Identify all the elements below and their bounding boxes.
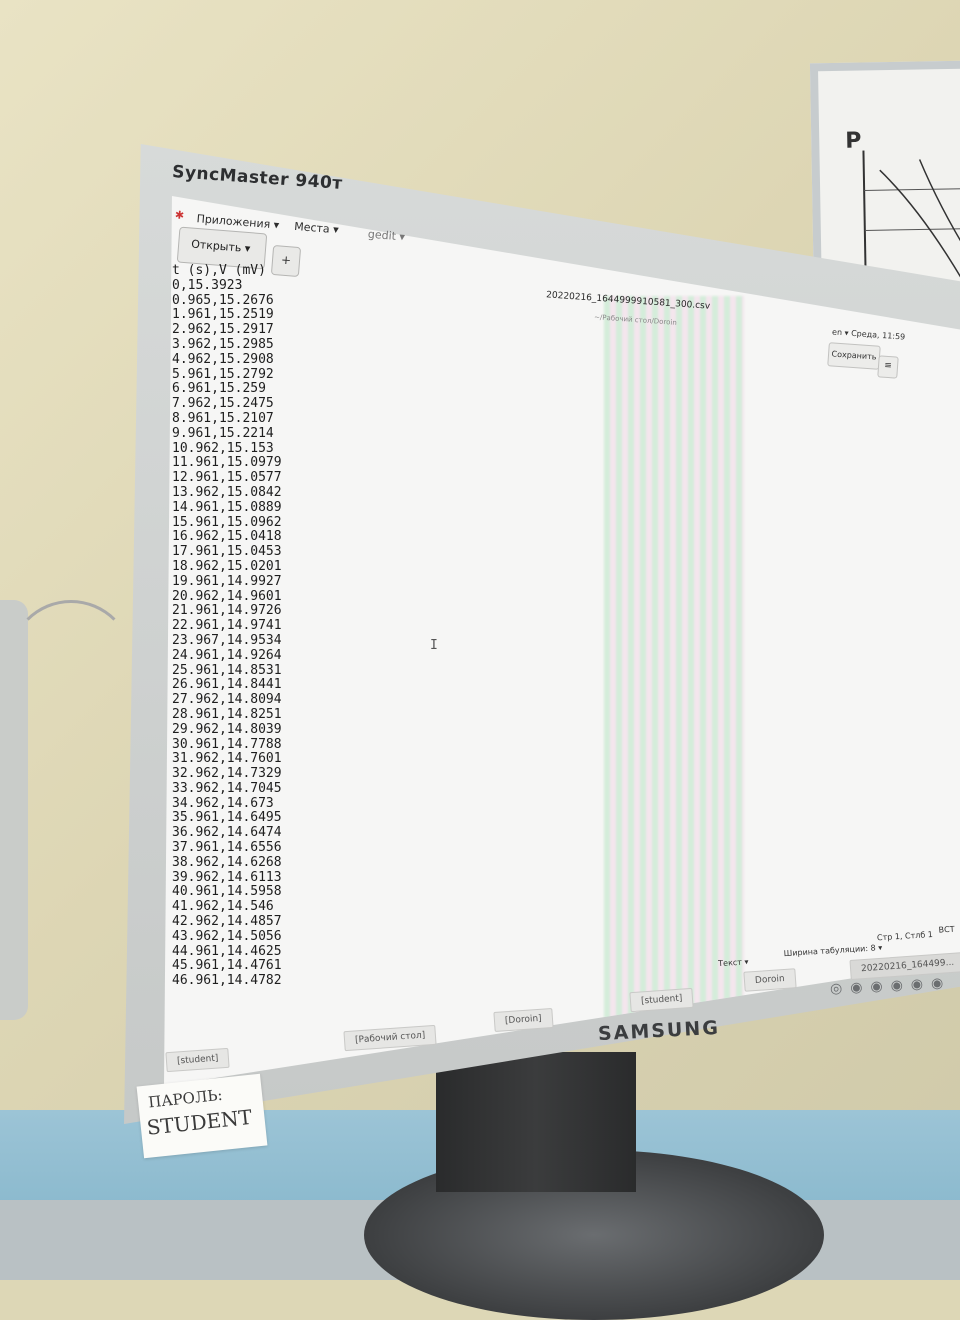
taskbar-item[interactable]: Doroin (743, 968, 797, 992)
editor-line: 36.962,14.6474 (172, 825, 282, 841)
open-button-label: Открыть ▾ (190, 237, 251, 256)
editor-line: 9.961,15.2214 (172, 425, 274, 441)
editor-line: 0,15.3923 (172, 277, 243, 293)
taskbar: [student] [Рабочий стол] [Doroin] [stude… (164, 946, 960, 1086)
editor-line: 30.961,14.7788 (172, 736, 282, 752)
editor-line: 38.962,14.6268 (172, 854, 282, 870)
cable (8, 600, 134, 726)
apps-icon[interactable]: ✱ (174, 208, 184, 222)
editor-line: 11.961,15.0979 (172, 455, 282, 471)
taskbar-item[interactable]: [Рабочий стол] (343, 1024, 437, 1052)
editor-line: 20.962,14.9601 (172, 588, 282, 604)
editor-line: 43.962,14.5056 (172, 928, 282, 944)
editor-line: t (s),V (mV) (172, 263, 266, 278)
text-cursor-icon: I (430, 638, 438, 653)
places-menu[interactable]: Места ▾ (294, 220, 339, 236)
editor-line: 39.962,14.6113 (172, 869, 282, 885)
editor-line: 14.961,15.0889 (172, 499, 282, 515)
editor-line: 29.962,14.8039 (172, 721, 282, 737)
editor-line: 41.962,14.546 (172, 899, 274, 915)
cursor-position: Стр 1, Стлб 1 (876, 929, 934, 943)
gedit-menu[interactable]: gedit ▾ (367, 228, 405, 244)
editor-line: 22.961,14.9741 (172, 618, 282, 634)
editor-line: 32.962,14.7329 (172, 766, 282, 782)
editor-line: 23.967,14.9534 (172, 632, 282, 648)
editor-line: 17.961,15.0453 (172, 544, 282, 560)
insert-mode: ВСТ (938, 924, 955, 935)
editor-line: 37.961,14.6556 (172, 840, 282, 856)
taskbar-item[interactable]: [student] (629, 987, 695, 1013)
editor-line: 6.961,15.259 (172, 381, 266, 397)
editor-line: 27.962,14.8094 (172, 692, 282, 708)
editor-line: 21.961,14.9726 (172, 603, 282, 619)
editor-line: 40.961,14.5958 (172, 884, 282, 900)
editor-line: 25.961,14.8531 (172, 662, 282, 678)
editor-line: 42.962,14.4857 (172, 914, 282, 930)
taskbar-item[interactable]: [student] (165, 1047, 231, 1073)
editor-line: 24.961,14.9264 (172, 647, 282, 663)
editor-line: 31.962,14.7601 (172, 751, 282, 767)
editor-line: 10.962,15.153 (172, 440, 274, 456)
editor-line: 3.962,15.2985 (172, 336, 274, 352)
editor-line: 18.962,15.0201 (172, 558, 282, 574)
sticky-note-line1: ПАРОЛЬ: (147, 1085, 224, 1112)
editor-line: 19.961,14.9927 (172, 573, 282, 589)
editor-line: 33.962,14.7045 (172, 780, 282, 796)
editor-line: 26.961,14.8441 (172, 677, 282, 693)
text-editor[interactable]: t (s),V (mV) 0,15.3923 0.965,15.2676 1.961,… (172, 263, 282, 989)
editor-line: 13.962,15.0842 (172, 484, 282, 500)
editor-line: 35.961,14.6495 (172, 810, 282, 826)
save-button[interactable]: Сохранить (827, 342, 881, 370)
editor-line: 12.961,15.0577 (172, 470, 282, 486)
editor-line: 16.962,15.0418 (172, 529, 282, 545)
editor-line: 34.962,14.673 (172, 795, 274, 811)
editor-line: 4.962,15.2908 (172, 351, 274, 367)
hamburger-menu-icon[interactable]: ≡ (877, 355, 899, 379)
editor-line: 1.961,15.2519 (172, 307, 274, 323)
editor-line: 15.961,15.0962 (172, 514, 282, 530)
editor-line: 0.965,15.2676 (172, 292, 274, 308)
editor-line: 5.961,15.2792 (172, 366, 274, 382)
editor-line: 2.962,15.2917 (172, 322, 274, 338)
editor-line: 7.962,15.2475 (172, 396, 274, 412)
taskbar-item[interactable]: [Doroin] (493, 1007, 554, 1033)
editor-line: 28.961,14.8251 (172, 706, 282, 722)
editor-line: 8.961,15.2107 (172, 410, 274, 426)
sticky-note: ПАРОЛЬ: STUDENT (136, 1073, 268, 1159)
